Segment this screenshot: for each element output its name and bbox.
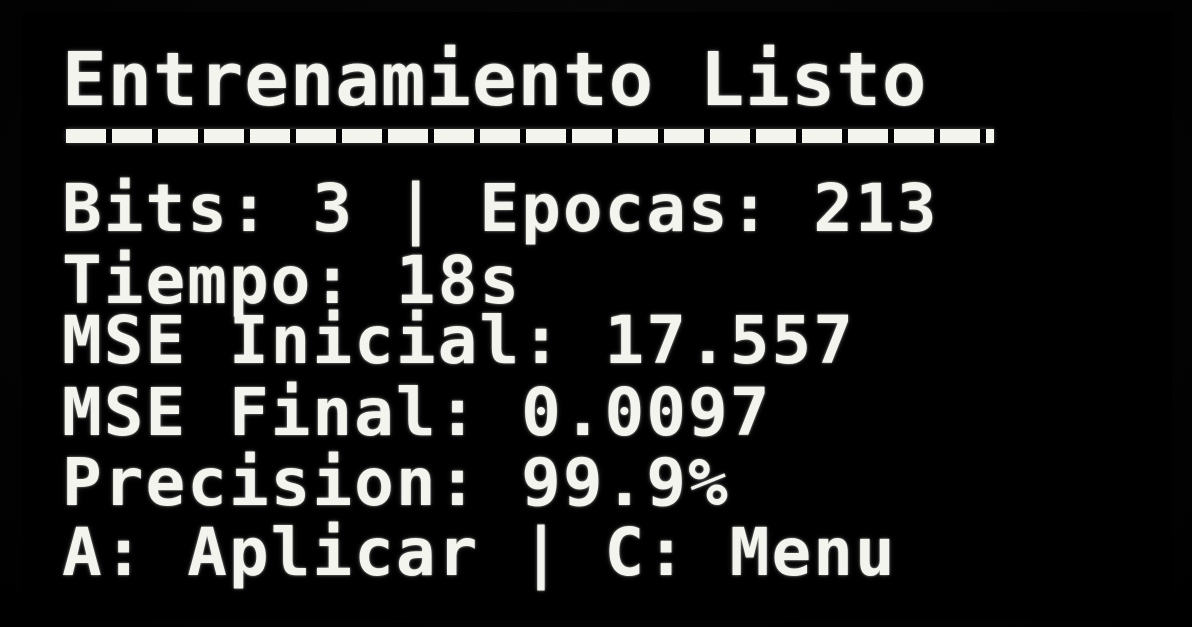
oled-screen: Entrenamiento Listo Bits: 3 | Epocas: 21… [22, 12, 1172, 620]
precision-line: Precision: 99.9% [62, 444, 730, 521]
actions-hint-line: A: Aplicar | C: Menu [62, 514, 897, 591]
screen-title: Entrenamiento Listo [62, 37, 928, 123]
mse-final-line: MSE Final: 0.0097 [62, 374, 772, 451]
dashed-divider [66, 129, 994, 143]
bits-epocas-line: Bits: 3 | Epocas: 213 [62, 170, 939, 247]
mse-inicial-line: MSE Inicial: 17.557 [62, 302, 855, 379]
